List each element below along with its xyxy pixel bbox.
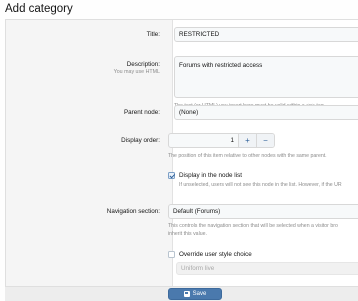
- title-input[interactable]: RESTRICTED: [174, 27, 358, 42]
- display-order-stepper: 1 + −: [168, 133, 275, 148]
- display-in-list-checkbox[interactable]: [168, 172, 175, 179]
- navigation-section-hint-2: inherit this value.: [168, 231, 207, 237]
- navigation-section-select[interactable]: Default (Forums): [168, 204, 358, 219]
- parent-node-label: Parent node:: [123, 109, 160, 116]
- description-label: Description:: [126, 61, 160, 68]
- display-order-hint: The position of this item relative to ot…: [168, 153, 327, 159]
- save-icon: [183, 291, 190, 297]
- description-textarea[interactable]: Forums with restricted access: [174, 56, 358, 98]
- save-button[interactable]: Save: [168, 288, 222, 300]
- style-select: Uniform live: [176, 262, 358, 275]
- override-style-checkbox[interactable]: [168, 251, 175, 258]
- override-style-label[interactable]: Override user style choice: [179, 251, 252, 258]
- navigation-section-hint-1: This controls the navigation section tha…: [168, 223, 338, 229]
- description-sublabel: You may use HTML: [113, 69, 160, 75]
- navigation-section-label: Navigation section:: [106, 208, 160, 215]
- page-title: Add category: [5, 3, 73, 15]
- parent-node-select[interactable]: (None): [174, 105, 358, 120]
- display-in-list-hint: If unselected, users will not see this n…: [179, 182, 342, 188]
- display-in-list-label[interactable]: Display in the node list: [179, 172, 242, 179]
- title-label: Title:: [146, 31, 160, 38]
- save-button-label: Save: [192, 291, 207, 297]
- display-order-label: Display order:: [121, 137, 160, 144]
- decrement-button[interactable]: −: [256, 134, 274, 147]
- increment-button[interactable]: +: [238, 134, 256, 147]
- display-order-input[interactable]: 1: [169, 134, 238, 147]
